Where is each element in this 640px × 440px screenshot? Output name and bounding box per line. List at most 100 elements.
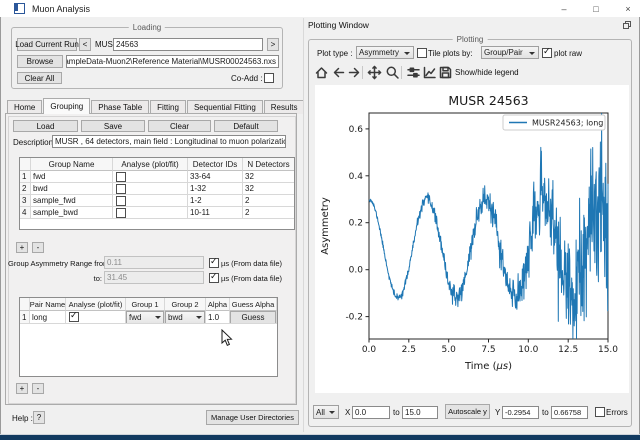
pair-add-button[interactable]: +	[16, 383, 28, 394]
pair-name-cell[interactable]: long	[30, 311, 66, 324]
group1-select[interactable]: fwd	[126, 311, 164, 324]
group1-cell: fwd	[126, 311, 165, 324]
pan-icon[interactable]	[367, 65, 382, 80]
next-run-button[interactable]: >	[267, 38, 279, 51]
svg-text:10.0: 10.0	[518, 345, 538, 355]
home-icon[interactable]	[314, 65, 329, 80]
guess-button[interactable]: Guess	[230, 311, 276, 324]
forward-icon[interactable]	[347, 65, 362, 80]
svg-text:5.0: 5.0	[442, 345, 457, 355]
svg-text:2.5: 2.5	[402, 345, 416, 355]
detector-ids-cell[interactable]: 10-11	[188, 207, 243, 219]
analyse-checkbox[interactable]	[116, 184, 126, 194]
n-detectors-cell: 2	[243, 195, 295, 207]
previous-run-button[interactable]: <	[79, 38, 91, 51]
plotting-groupbox: Plotting Plot type : Asymmetry Tile plot…	[308, 39, 632, 427]
coadd-label: Co-Add :	[231, 74, 263, 83]
grouping-tab-pane: LoadSaveClearDefault Description : MUSR …	[5, 113, 297, 405]
from-data-file-label-1: µs (From data file)	[221, 259, 282, 268]
group-name-cell[interactable]: fwd	[31, 171, 113, 183]
svg-text:0.4: 0.4	[349, 172, 364, 182]
x-to-label: to	[393, 408, 400, 417]
from-data-file-checkbox-1[interactable]	[209, 258, 219, 268]
asymmetry-range-from-label: Group Asymmetry Range from:	[8, 259, 102, 268]
svg-text:7.5: 7.5	[481, 345, 495, 355]
detector-ids-cell[interactable]: 1-32	[188, 183, 243, 195]
group-table-row: 3sample_fwd 1-22	[20, 195, 294, 207]
load-grouping-button[interactable]: Load	[13, 120, 78, 132]
tab-grouping[interactable]: Grouping	[43, 98, 90, 114]
plot-type-select[interactable]: Asymmetry	[356, 46, 414, 59]
description-field[interactable]: MUSR , 64 detectors, main field : Longit…	[52, 135, 286, 148]
customize-icon[interactable]	[422, 65, 437, 80]
zoom-icon[interactable]	[385, 65, 400, 80]
plotting-group-title: Plotting	[453, 35, 488, 44]
pair-remove-button[interactable]: -	[32, 383, 44, 394]
svg-text:MUSR24563; long: MUSR24563; long	[532, 119, 603, 128]
plot-figure[interactable]: 0.02.55.07.510.012.515.0-0.20.00.20.40.6…	[315, 85, 629, 393]
analyse-checkbox[interactable]	[116, 172, 126, 182]
svg-text:15.0: 15.0	[598, 345, 618, 355]
group-name-cell[interactable]: sample_fwd	[31, 195, 113, 207]
y-to-input[interactable]: 0.66758	[551, 406, 588, 419]
group-name-cell[interactable]: bwd	[31, 183, 113, 195]
coadd-checkbox[interactable]	[264, 73, 274, 83]
asymmetry-range-to-input[interactable]: 31.45	[104, 271, 204, 284]
browse-button[interactable]: Browse	[17, 55, 63, 68]
row-number-cell: 4	[20, 207, 31, 219]
row-number-cell: 3	[20, 195, 31, 207]
detector-ids-cell[interactable]: 1-2	[188, 195, 243, 207]
tab-home[interactable]: Home	[7, 100, 42, 114]
asymmetry-range-to-label: to:	[8, 274, 102, 283]
save-icon[interactable]	[438, 65, 453, 80]
errors-checkbox[interactable]	[595, 407, 605, 417]
tile-plots-checkbox[interactable]	[417, 48, 427, 58]
group-add-button[interactable]: +	[16, 242, 28, 253]
tab-fitting[interactable]: Fitting	[150, 100, 186, 114]
help-button[interactable]: ?	[33, 411, 45, 424]
axis-scope-value: All	[316, 408, 325, 417]
dock-float-icon[interactable]	[623, 21, 631, 29]
tab-phase-table[interactable]: Phase Table	[91, 100, 149, 114]
analyse-checkbox[interactable]	[116, 208, 126, 218]
tab-sequential-fitting[interactable]: Sequential Fitting	[187, 100, 263, 114]
manage-user-directories-button[interactable]: Manage User Directories	[206, 410, 299, 425]
pair-analyse-checkbox[interactable]	[69, 312, 79, 322]
analyse-checkbox[interactable]	[116, 196, 126, 206]
file-path-field[interactable]: lantid Docs\SampleData-Muon2\Reference M…	[66, 55, 279, 68]
tab-results[interactable]: Results	[264, 100, 305, 114]
group-name-cell[interactable]: sample_bwd	[31, 207, 113, 219]
clear-all-button[interactable]: Clear All	[17, 72, 62, 84]
minimize-button[interactable]: –	[558, 4, 570, 14]
clear-grouping-button[interactable]: Clear	[148, 120, 211, 132]
x-to-input[interactable]: 15.0	[402, 406, 438, 419]
x-from-input[interactable]: 0.0	[352, 406, 390, 419]
show-hide-legend-button[interactable]: Show/hide legend	[455, 68, 519, 77]
pair-table-header	[20, 298, 30, 311]
save-grouping-button[interactable]: Save	[81, 120, 145, 132]
plot-raw-checkbox[interactable]	[542, 48, 552, 58]
maximize-button[interactable]: □	[590, 4, 602, 14]
load-current-run-button[interactable]: Load Current Run	[17, 38, 77, 51]
group-table-header	[20, 158, 31, 171]
toolbar-separator	[362, 66, 363, 79]
back-icon[interactable]	[331, 65, 346, 80]
autoscale-y-button[interactable]: Autoscale y	[445, 404, 490, 419]
plot-type-value: Asymmetry	[359, 48, 399, 57]
y-from-input[interactable]: -0.2954	[502, 406, 539, 419]
run-number-input[interactable]: 24563	[113, 38, 263, 51]
default-grouping-button[interactable]: Default	[214, 120, 278, 132]
svg-text:12.5: 12.5	[558, 345, 578, 355]
group-remove-button[interactable]: -	[32, 242, 44, 253]
tile-by-select[interactable]: Group/Pair	[481, 46, 539, 59]
alpha-cell[interactable]: 1.0	[206, 311, 230, 324]
axis-scope-select[interactable]: All	[313, 405, 339, 419]
from-data-file-checkbox-2[interactable]	[209, 273, 219, 283]
detector-ids-cell[interactable]: 33-64	[188, 171, 243, 183]
y-range-label: Y	[495, 408, 500, 417]
close-button[interactable]: ×	[622, 4, 634, 14]
subplots-icon[interactable]	[406, 65, 421, 80]
taskbar-strip	[0, 434, 640, 440]
asymmetry-range-from-input[interactable]: 0.11	[104, 256, 204, 269]
group2-select[interactable]: bwd	[165, 311, 205, 324]
